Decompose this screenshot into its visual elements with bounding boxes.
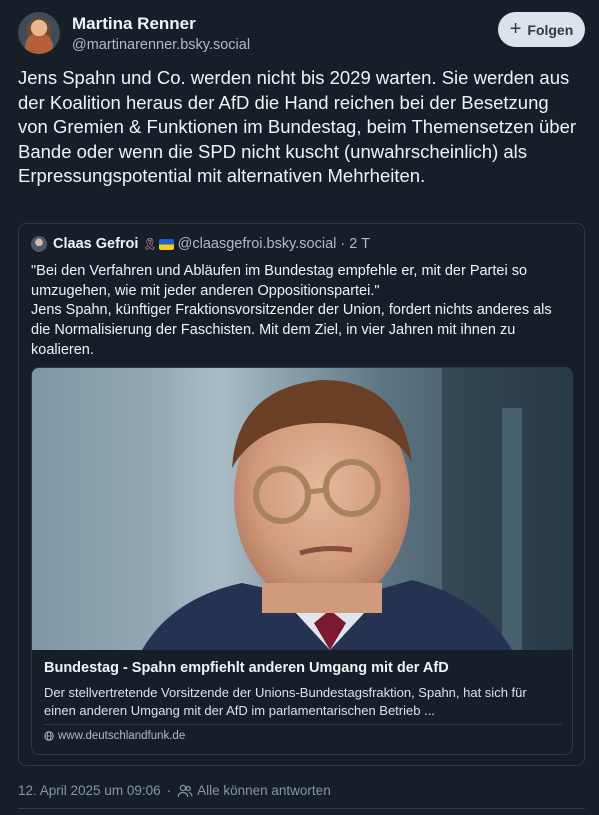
plus-icon: +: [509, 17, 522, 40]
bottom-divider: [18, 808, 585, 809]
quoted-author-handle: @claasgefroi.bsky.social · 2 T: [177, 236, 370, 252]
link-card-divider: [44, 724, 562, 725]
quoted-post-text: "Bei den Verfahren und Abläufen im Bunde…: [31, 263, 552, 358]
ribbon-flag-emoji: 🎗: [142, 237, 174, 251]
follow-button-label: Folgen: [527, 21, 574, 38]
author-handle[interactable]: @martinarenner.bsky.social: [72, 37, 250, 53]
ukraine-flag-icon: [158, 239, 174, 251]
link-card-image: [32, 368, 572, 650]
quoted-post[interactable]: Claas Gefroi 🎗 @claasgefroi.bsky.social …: [18, 223, 585, 766]
post-text: Jens Spahn und Co. werden nicht bis 2029…: [18, 67, 577, 186]
link-card[interactable]: Bundestag - Spahn empfiehlt anderen Umga…: [31, 367, 573, 755]
reply-setting[interactable]: Alle können antworten: [197, 783, 331, 798]
quoted-author-name[interactable]: Claas Gefroi: [53, 236, 138, 252]
globe-icon: [44, 731, 54, 741]
separator-dot: ·: [166, 783, 172, 798]
quoted-author-avatar[interactable]: [31, 236, 47, 252]
post-timestamp[interactable]: 12. April 2025 um 09:06: [18, 783, 161, 798]
link-card-title[interactable]: Bundestag - Spahn empfiehlt anderen Umga…: [44, 660, 449, 676]
post-header: Martina Renner @martinarenner.bsky.socia…: [18, 12, 585, 58]
follow-button[interactable]: + Folgen: [498, 12, 585, 47]
author-name[interactable]: Martina Renner: [72, 14, 196, 34]
quoted-post-header: Claas Gefroi 🎗 @claasgefroi.bsky.social …: [31, 236, 370, 252]
link-card-description: Der stellvertretende Vorsitzende der Uni…: [44, 685, 527, 718]
post-footer: 12. April 2025 um 09:06 · Alle können an…: [18, 783, 331, 798]
author-avatar[interactable]: [18, 12, 60, 54]
link-card-domain[interactable]: www.deutschlandfunk.de: [44, 730, 185, 742]
people-icon: [177, 784, 193, 797]
link-card-domain-text: www.deutschlandfunk.de: [58, 730, 186, 742]
